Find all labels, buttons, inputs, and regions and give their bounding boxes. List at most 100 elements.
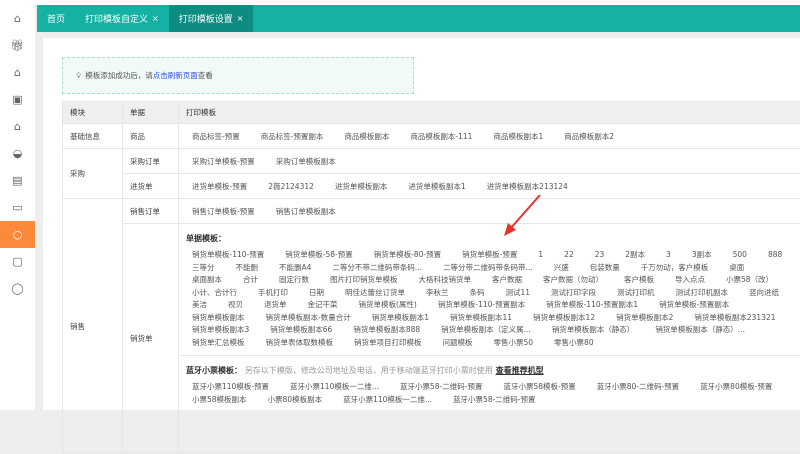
template-link[interactable]: 美洁 [192,299,207,310]
template-link[interactable]: 888 [768,250,782,259]
template-link[interactable]: 销货单模板副本-数量合计 [266,312,351,323]
warehouse-icon[interactable]: ⌂ [0,113,35,140]
template-link[interactable]: 蓝牙小票110模板-预置 [192,381,269,392]
template-link[interactable]: 千万勿动，客户模板 [641,262,709,273]
template-link[interactable]: 李秋兰 [426,287,449,298]
template-link[interactable]: 退货单 [264,299,287,310]
template-link[interactable]: 桌面副本 [192,274,222,285]
template-link[interactable]: 销货单模板-预置 [462,249,517,260]
house-icon[interactable]: ⌂ [0,59,35,86]
template-link[interactable]: 进货单模板副本213124 [487,181,568,192]
template-link[interactable]: 小票58（改） [726,274,773,285]
template-link[interactable]: 1 [538,250,543,259]
template-link[interactable]: 二等分带二维码带条码带... [443,262,533,273]
template-link[interactable]: 客户数据 [492,274,522,285]
template-link[interactable]: 销货单项目打印模板 [354,337,422,348]
clipboard-icon[interactable]: ▤ [0,167,35,194]
template-link[interactable]: 进货单模板-预置 [192,181,247,192]
settings-circle-icon[interactable]: ○ [0,221,35,248]
template-link[interactable]: 导入点点 [675,274,705,285]
template-link[interactable]: 销货单模板副本11 [450,312,512,323]
template-link[interactable]: 销货单模板副本（定义属... [441,324,531,335]
chat-icon[interactable]: ◯ [0,275,35,302]
template-link[interactable]: 测试打印字段 [551,287,596,298]
template-link[interactable]: 固定行数 [279,274,309,285]
template-link[interactable]: 小计、合计行 [192,287,237,298]
template-link[interactable]: 测试打印机副本 [676,287,729,298]
template-link[interactable]: 销货单模板副本（静态） [552,324,635,335]
template-link[interactable]: 包装数量 [590,262,620,273]
template-link[interactable]: 销货单模板副本3 [192,324,249,335]
template-link[interactable]: 采购订单模板副本 [276,156,336,167]
report-icon[interactable]: ▭ [0,194,35,221]
template-link[interactable]: 销货单模板-110-预置副本 [438,299,525,310]
template-link[interactable]: 不能删A4 [279,262,311,273]
template-link[interactable]: 销货单模板副本12 [533,312,595,323]
template-link[interactable]: 进货单模板副本1 [408,181,465,192]
template-link[interactable]: 销货单表体取数模板 [266,337,334,348]
template-link[interactable]: 蓝牙小票110模板一二维... [290,381,379,392]
template-link[interactable]: 销货单模板-110-预置副本1 [546,299,638,310]
template-link[interactable]: 图片打印销货单模板 [330,274,398,285]
template-link[interactable]: 500 [733,250,747,259]
template-link[interactable]: 日期 [309,287,324,298]
document-icon[interactable]: ▢ [0,248,35,275]
template-link[interactable]: 测试11 [506,287,531,298]
template-link[interactable]: 蓝牙小票58模板-预置 [503,381,575,392]
home-icon[interactable]: ⌂ [0,5,35,32]
template-link[interactable]: 22 [564,250,574,259]
template-link[interactable]: 测试打印机 [617,287,655,298]
template-link[interactable]: 问题模板 [443,337,473,348]
tab-template-settings[interactable]: 打印模板设置× [169,5,254,32]
template-link[interactable]: 视贝 [228,299,243,310]
template-link[interactable]: 销货单模板(属性) [359,299,417,310]
tab-home[interactable]: 首页 [37,5,75,32]
template-link[interactable]: 销货单模板副本2 [616,312,673,323]
template-link[interactable]: 蓝牙小票58-二维码-预置 [400,381,482,392]
template-link[interactable]: 条码 [470,287,485,298]
close-icon[interactable]: × [237,14,244,23]
template-link[interactable]: 合计 [243,274,258,285]
money-bag-icon[interactable]: ◒ [0,140,35,167]
template-link[interactable]: 销货单模板副本66 [270,324,332,335]
template-link[interactable]: 桌面 [729,262,744,273]
template-link[interactable]: 零售小票50 [494,337,534,348]
template-link[interactable]: 客户模板 [624,274,654,285]
refresh-link[interactable]: 点击刷新页面 [153,70,198,81]
template-link[interactable]: 手机打印 [258,287,288,298]
template-link[interactable]: 大格科技销货单 [419,274,472,285]
template-link[interactable]: 商品模板副本-111 [410,131,472,142]
template-link[interactable]: 客户数据（勿动） [543,274,603,285]
template-link[interactable]: 小票80模板副本 [268,394,323,405]
template-link[interactable]: 商品模板副本1 [493,131,543,142]
template-link[interactable]: 销货单模板副本1 [372,312,429,323]
template-link[interactable]: 金记干菜 [308,299,338,310]
template-link[interactable]: 二等分不带二维码带条码... [332,262,422,273]
close-icon[interactable]: × [152,14,159,23]
template-link[interactable]: 销货单模板-预置副本 [659,299,729,310]
template-link[interactable]: 商品标签-预置副本 [261,131,324,142]
gift-icon[interactable]: 🎁︎ [0,32,35,59]
template-link[interactable]: 进货单模板副本 [335,181,388,192]
template-link[interactable]: 零售小票80 [554,337,594,348]
template-link[interactable]: 商品标签-预置 [192,131,240,142]
template-link[interactable]: 2副本 [625,249,645,260]
template-link[interactable]: 销货单模板副本231321 [694,312,775,323]
template-link[interactable]: 销货单模板副本（静态）... [655,324,745,335]
template-link[interactable]: 商品模板副本2 [564,131,614,142]
template-link[interactable]: 小票58模板副本 [192,394,247,405]
template-link[interactable]: 蓝牙小票80模板-预置 [700,381,772,392]
template-link[interactable]: 兴盛 [554,262,569,273]
template-link[interactable]: 销货单模板副本 [192,312,245,323]
template-link[interactable]: 三等分 [192,262,215,273]
template-link[interactable]: 23 [595,250,605,259]
recommended-models-link[interactable]: 查看推荐机型 [496,366,544,375]
template-link[interactable]: 不能删 [236,262,259,273]
template-link[interactable]: 蓝牙小票58-二维码-预置 [453,394,535,405]
bag-icon[interactable]: ▣ [0,86,35,113]
template-link[interactable]: 销售订单模板副本 [276,206,336,217]
template-link[interactable]: 销货单汇总模板 [192,337,245,348]
template-link[interactable]: 销货单模板-58-预置 [285,249,352,260]
tab-template-custom[interactable]: 打印模板自定义× [75,5,169,32]
template-link[interactable]: 3 [666,250,671,259]
